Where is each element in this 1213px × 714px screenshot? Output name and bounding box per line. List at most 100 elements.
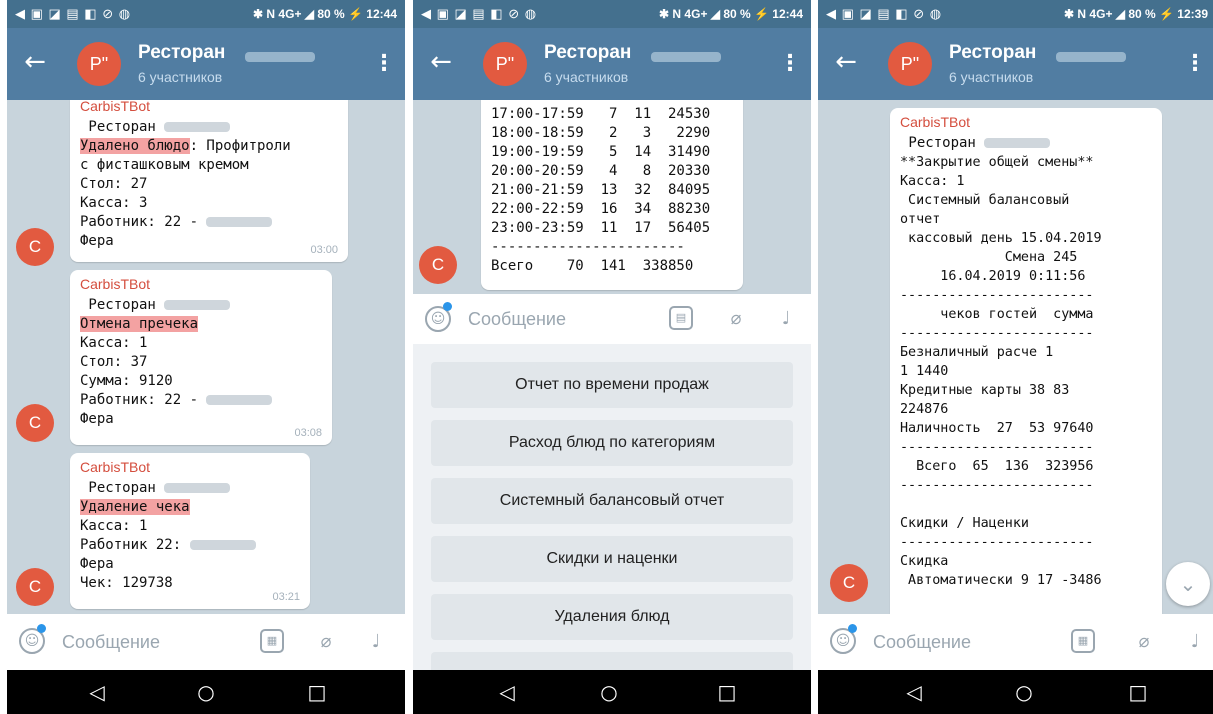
worker-label: Работник: 22 - bbox=[80, 392, 199, 408]
sender-name: CarbisTBot bbox=[900, 114, 971, 130]
sender-name: CarbisTBot bbox=[80, 276, 151, 292]
message-input[interactable] bbox=[468, 306, 648, 332]
message-restaurant-line: Ресторан bbox=[80, 479, 300, 498]
message-worker-cont: Фера bbox=[80, 411, 114, 427]
status-bar: ◀ ▣ ◪ ▤ ◧ ⊘ ◍ ✱ N 4G+ ◢ 80 % ⚡ 12:44 bbox=[7, 0, 405, 28]
nav-back-icon[interactable]: ◁ bbox=[83, 678, 111, 706]
status-system-info: ✱ N 4G+ ◢ 80 % ⚡ 12:39 bbox=[1064, 7, 1208, 21]
bot-button-dish-removals[interactable]: Удаления блюд bbox=[431, 594, 793, 640]
sender-avatar[interactable]: С bbox=[16, 404, 54, 442]
chat-title[interactable]: Ресторан bbox=[544, 42, 631, 64]
message-list[interactable]: CarbisTBot Ресторан **Закрытие общей сме… bbox=[818, 100, 1213, 614]
message-bubble[interactable]: CarbisTBot Ресторан Удалено блюдо: Профи… bbox=[70, 100, 348, 262]
message-worker-cont: Фера Чек: 129738 bbox=[80, 556, 173, 591]
message-event-line: Удалено блюдо: Профитроли bbox=[80, 137, 338, 156]
shift-close-report: **Закрытие общей смены** Касса: 1 Систем… bbox=[900, 155, 1102, 588]
message-body: Касса: 1 Стол: 37 Сумма: 9120 bbox=[80, 335, 173, 389]
paperclip-icon[interactable]: ⌀ bbox=[313, 629, 339, 655]
chat-subtitle: 6 участников bbox=[949, 69, 1034, 85]
message-list[interactable]: CarbisTBot Ресторан Удалено блюдо: Профи… bbox=[7, 100, 405, 614]
highlighted-event: Удаление чека bbox=[80, 499, 190, 515]
message-bubble[interactable]: CarbisTBot Ресторан Удаление чека Касса:… bbox=[70, 453, 310, 609]
redacted-name bbox=[245, 52, 315, 62]
message-bubble[interactable]: CarbisTBot Ресторан **Закрытие общей сме… bbox=[890, 108, 1162, 614]
nav-back-icon[interactable]: ◁ bbox=[493, 678, 521, 706]
nav-recent-icon[interactable]: □ bbox=[303, 678, 331, 706]
group-avatar[interactable]: Р" bbox=[77, 42, 121, 86]
nav-home-icon[interactable]: ○ bbox=[192, 678, 220, 706]
phone-screen-2: ◀ ▣ ◪ ▤ ◧ ⊘ ◍ ✱ N 4G+ ◢ 80 % ⚡ 12:44 ← Р… bbox=[413, 0, 811, 714]
status-system-info: ✱ N 4G+ ◢ 80 % ⚡ 12:44 bbox=[659, 7, 803, 21]
arrow-left-icon[interactable]: ← bbox=[19, 47, 51, 79]
group-avatar[interactable]: Р" bbox=[888, 42, 932, 86]
message-event-line: Удаление чека bbox=[80, 498, 300, 517]
worker-label: Работник: 22 - bbox=[80, 214, 199, 230]
event-detail: : Профитроли bbox=[189, 138, 291, 154]
nav-home-icon[interactable]: ○ bbox=[1010, 678, 1038, 706]
microphone-icon[interactable]: ♩ bbox=[1182, 629, 1208, 655]
arrow-left-icon[interactable]: ← bbox=[425, 47, 457, 79]
chat-title[interactable]: Ресторан bbox=[138, 42, 225, 64]
restaurant-label: Ресторан bbox=[80, 297, 156, 313]
sender-avatar[interactable]: С bbox=[419, 246, 457, 284]
keyboard-icon[interactable]: ▤ bbox=[669, 306, 693, 330]
status-notification-icons: ◀ ▣ ◪ ▤ ◧ ⊘ ◍ bbox=[421, 6, 538, 21]
redacted-name bbox=[651, 52, 721, 62]
restaurant-label: Ресторан bbox=[900, 135, 976, 151]
chevron-down-icon[interactable]: ⌄ bbox=[1166, 562, 1210, 606]
status-system-info: ✱ N 4G+ ◢ 80 % ⚡ 12:44 bbox=[253, 7, 397, 21]
bot-button-dish-consumption[interactable]: Расход блюд по категориям bbox=[431, 420, 793, 466]
message-body: с фисташковым кремом Стол: 27 Касса: 3 bbox=[80, 157, 249, 211]
android-nav-bar: ◁ ○ □ bbox=[413, 670, 811, 714]
redacted-text bbox=[164, 300, 231, 310]
sender-avatar[interactable]: С bbox=[16, 228, 54, 266]
message-bubble[interactable]: CarbisTBot Ресторан Отмена пречека Касса… bbox=[70, 270, 332, 445]
paperclip-icon[interactable]: ⌀ bbox=[1131, 629, 1157, 655]
bot-keyboard: Отчет по времени продаж Расход блюд по к… bbox=[413, 344, 811, 670]
arrow-left-icon[interactable]: ← bbox=[830, 47, 862, 79]
chat-header: ← Р" Ресторан 6 участников ⋮ bbox=[413, 28, 811, 100]
phone-screen-1: ◀ ▣ ◪ ▤ ◧ ⊘ ◍ ✱ N 4G+ ◢ 80 % ⚡ 12:44 ← Р… bbox=[7, 0, 405, 714]
message-event-line: Отмена пречека bbox=[80, 315, 322, 334]
notification-dot bbox=[848, 624, 857, 633]
android-nav-bar: ◁ ○ □ bbox=[818, 670, 1213, 714]
message-list[interactable]: 16:00-16:59 5 8 5530 17:00-17:59 7 11 24… bbox=[413, 100, 811, 294]
sticker-icon[interactable]: ▦ bbox=[1071, 629, 1095, 653]
message-input-bar: ☺ ▤ ⌀ ♩ bbox=[413, 294, 811, 344]
overflow-menu-icon[interactable]: ⋮ bbox=[1184, 48, 1206, 80]
message-bubble[interactable]: 16:00-16:59 5 8 5530 17:00-17:59 7 11 24… bbox=[481, 100, 743, 290]
sender-avatar[interactable]: С bbox=[830, 564, 868, 602]
overflow-menu-icon[interactable]: ⋮ bbox=[373, 48, 395, 80]
bot-button-partial[interactable] bbox=[431, 652, 793, 670]
overflow-menu-icon[interactable]: ⋮ bbox=[779, 48, 801, 80]
message-input-bar: ☺ ▦ ⌀ ♩ bbox=[7, 614, 405, 670]
restaurant-label: Ресторан bbox=[80, 119, 156, 135]
bot-button-balance-report[interactable]: Системный балансовый отчет bbox=[431, 478, 793, 524]
nav-back-icon[interactable]: ◁ bbox=[900, 678, 928, 706]
nav-home-icon[interactable]: ○ bbox=[595, 678, 623, 706]
highlighted-event: Удалено блюдо bbox=[80, 138, 190, 154]
sticker-icon[interactable]: ▦ bbox=[260, 629, 284, 653]
message-restaurant-line: Ресторан bbox=[80, 118, 338, 137]
chat-header: ← Р" Ресторан 6 участников ⋮ bbox=[818, 28, 1213, 100]
bot-button-discounts[interactable]: Скидки и наценки bbox=[431, 536, 793, 582]
message-input[interactable] bbox=[873, 629, 1053, 655]
nav-recent-icon[interactable]: □ bbox=[1124, 678, 1152, 706]
sender-avatar[interactable]: С bbox=[16, 568, 54, 606]
microphone-icon[interactable]: ♩ bbox=[363, 629, 389, 655]
bot-button-sales-time-report[interactable]: Отчет по времени продаж bbox=[431, 362, 793, 408]
microphone-icon[interactable]: ♩ bbox=[773, 306, 799, 332]
message-input[interactable] bbox=[62, 629, 242, 655]
message-worker-line: Работник 22: bbox=[80, 536, 300, 555]
notification-dot bbox=[37, 624, 46, 633]
redacted-text bbox=[189, 540, 256, 550]
sales-by-hour-table: 16:00-16:59 5 8 5530 17:00-17:59 7 11 24… bbox=[491, 100, 711, 274]
paperclip-icon[interactable]: ⌀ bbox=[723, 306, 749, 332]
chat-title[interactable]: Ресторан bbox=[949, 42, 1036, 64]
status-bar: ◀ ▣ ◪ ▤ ◧ ⊘ ◍ ✱ N 4G+ ◢ 80 % ⚡ 12:39 bbox=[818, 0, 1213, 28]
message-restaurant-line: Ресторан bbox=[900, 134, 1152, 153]
nav-recent-icon[interactable]: □ bbox=[713, 678, 741, 706]
group-avatar[interactable]: Р" bbox=[483, 42, 527, 86]
sender-name: CarbisTBot bbox=[80, 100, 151, 114]
chat-subtitle: 6 участников bbox=[544, 69, 629, 85]
